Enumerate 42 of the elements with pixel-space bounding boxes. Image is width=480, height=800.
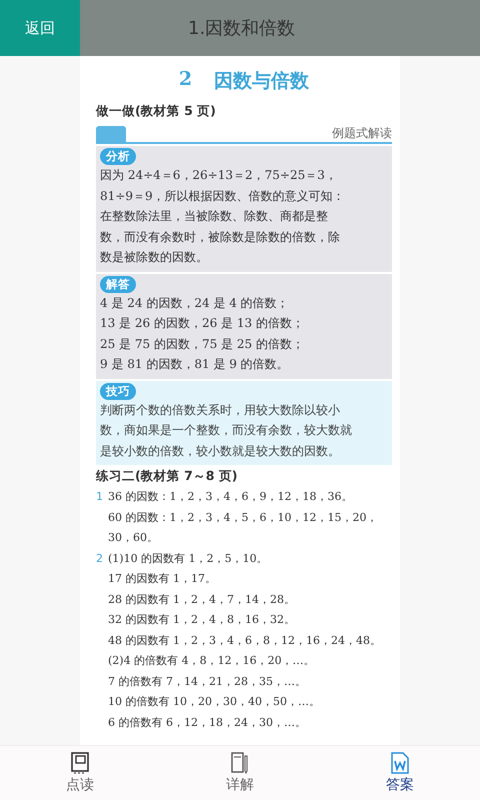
question-number: 1: [96, 489, 103, 505]
section-badge: 分析: [100, 148, 136, 165]
section-badge: 解答: [100, 276, 136, 292]
answer-line: 30，60。: [108, 530, 159, 546]
text-line: 25 是 75 的因数，75 是 25 的倍数；: [100, 336, 305, 352]
text-line: 数，商如果是一个整数，而没有余数，较大数就: [100, 422, 353, 439]
nav-tab[interactable]: 答案: [320, 746, 480, 800]
banner-label: 例题式解读: [332, 125, 392, 142]
text-line: 判断两个数的倍数关系时，用较大数除以较小: [100, 402, 341, 418]
text-line: 数是被除数的因数。: [100, 249, 209, 266]
answer-line: (2)4 的倍数有 4，8，12，16，20，…。: [108, 653, 316, 669]
answer-line: 7 的倍数有 7，14，21，28，35，…。: [108, 674, 307, 690]
answer-line: 48 的因数有 1，2，3，4，6，8，12，16，24，48。: [108, 632, 381, 648]
answer-line: 10 的倍数有 10，20，30，40，50，…。: [108, 694, 321, 710]
section-badge: 技巧: [100, 382, 136, 400]
chapter-number: 2: [178, 68, 192, 92]
page-title: 1.因数和倍数: [188, 17, 296, 40]
text-line: 9 是 81 的因数，81 是 9 的倍数。: [100, 356, 290, 373]
answer-line: 60 的因数：1，2，3，4，5，6，10，12，15，20，: [108, 510, 378, 526]
text-line: 在整数除法里，当被除数、除数、商都是整: [100, 208, 329, 225]
book-icon: [71, 752, 89, 774]
text-line: 81÷9＝9，所以根据因数、倍数的意义可知：: [100, 188, 346, 204]
chapter-title: 因数与倍数: [214, 69, 310, 94]
text-line: 数，而没有余数时，被除数是除数的倍数，除: [100, 228, 341, 246]
answer-line: 32 的因数有 1，2，4，8，16，32。: [108, 612, 296, 628]
question-number: 2: [96, 550, 103, 566]
section-heading: 练习二(教材第 7～8 页): [96, 467, 239, 485]
text-line: 13 是 26 的因数，26 是 13 的倍数；: [100, 315, 305, 332]
nav-tab[interactable]: 点读: [0, 746, 160, 800]
notebook-icon: [231, 752, 249, 774]
answer-line: 28 的因数有 1，2，4，7，14，28。: [108, 592, 296, 608]
nav-tab[interactable]: 详解: [160, 746, 320, 800]
text-line: 是较小数的倍数，较小数就是较大数的因数。: [100, 442, 341, 460]
answer-line: (1)10 的因数有 1，2，5，10。: [108, 550, 269, 566]
word-document-icon: [391, 752, 409, 774]
answer-line: 17 的因数有 1，17。: [108, 571, 217, 587]
answer-line: 6 的倍数有 6，12，18，24，30，…。: [108, 714, 307, 730]
section-heading: 做一做(教材第 5 页): [96, 102, 217, 120]
text-line: 4 是 24 的因数，24 是 4 的倍数；: [100, 294, 290, 312]
back-button[interactable]: 返回: [0, 0, 80, 56]
answer-line: 36 的因数：1，2，3，4，6，9，12，18，36。: [108, 489, 354, 505]
text-line: 因为 24÷4＝6，26÷13＝2，75÷25＝3，: [100, 167, 338, 184]
